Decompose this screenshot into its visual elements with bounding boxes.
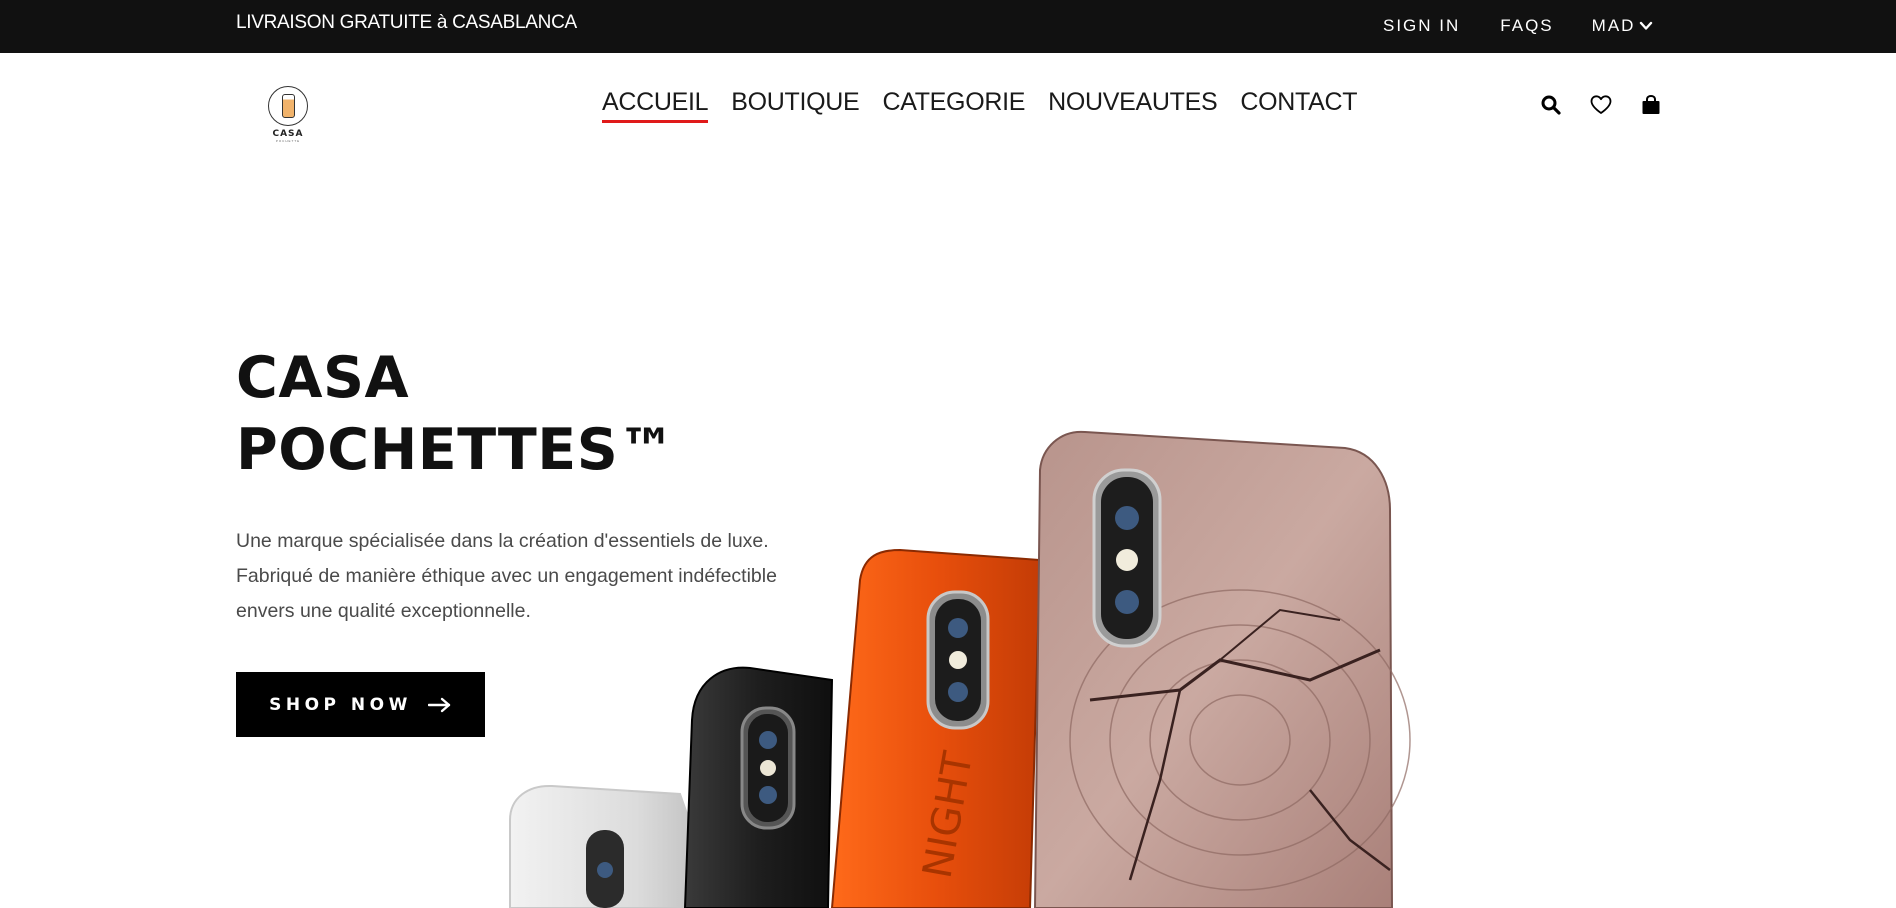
sign-in-link[interactable]: SIGN IN	[1383, 16, 1460, 36]
shopping-bag-icon[interactable]	[1640, 94, 1662, 116]
main-navigation: ACCUEIL BOUTIQUE CATEGORIE NOUVEAUTES CO…	[602, 88, 1358, 123]
nav-item-nouveautes[interactable]: NOUVEAUTES	[1048, 88, 1218, 117]
nav-item-boutique[interactable]: BOUTIQUE	[731, 88, 859, 117]
logo-subtext: POCHETTE	[275, 139, 301, 143]
currency-label: MAD	[1591, 16, 1636, 35]
free-shipping-promo: LIVRAISON GRATUITE à CASABLANCA	[236, 12, 577, 33]
heart-icon[interactable]	[1590, 94, 1612, 116]
logo-text: CASA	[272, 129, 304, 139]
announcement-bar: LIVRAISON GRATUITE à CASABLANCA SIGN IN …	[0, 0, 1896, 53]
shop-now-label: SHOP NOW	[269, 694, 412, 715]
nav-item-categorie[interactable]: CATEGORIE	[882, 88, 1025, 117]
hero-phone-cases-image: NIGHT	[509, 430, 1411, 908]
faqs-link[interactable]: FAQS	[1500, 16, 1553, 36]
nav-item-accueil[interactable]: ACCUEIL	[602, 88, 709, 123]
site-logo[interactable]: CASA POCHETTE	[266, 86, 310, 150]
shop-now-button[interactable]: SHOP NOW	[236, 672, 485, 737]
chevron-down-icon	[1640, 21, 1653, 30]
nav-item-contact[interactable]: CONTACT	[1240, 88, 1357, 117]
header-actions	[1540, 94, 1662, 116]
currency-selector[interactable]: MAD	[1592, 16, 1654, 36]
arrow-right-icon	[427, 697, 451, 712]
topbar-links: SIGN IN FAQS MAD	[1383, 16, 1653, 36]
logo-phone-icon	[268, 86, 308, 126]
search-icon[interactable]	[1540, 94, 1562, 116]
